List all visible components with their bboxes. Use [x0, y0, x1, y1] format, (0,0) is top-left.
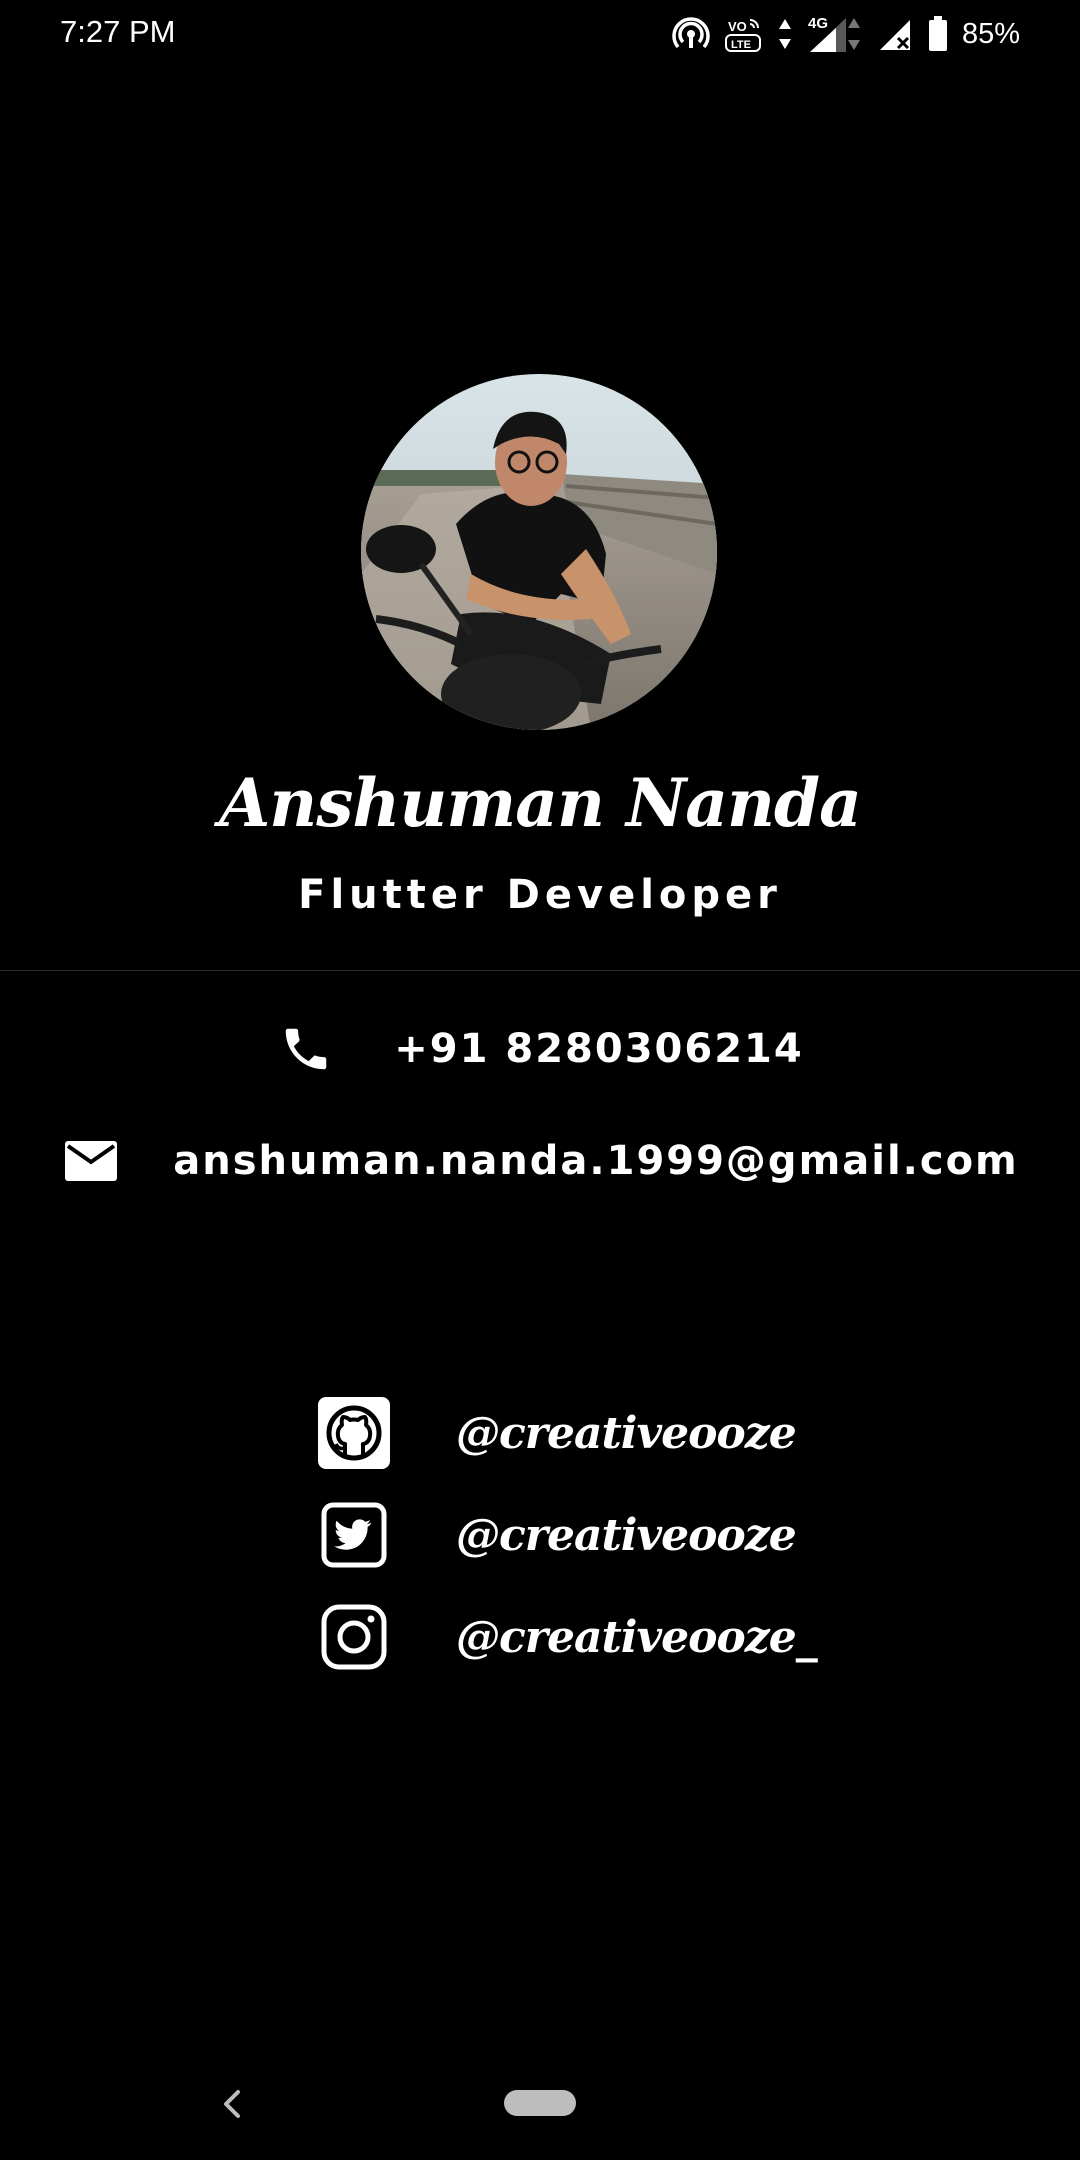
svg-text:LTE: LTE: [731, 39, 751, 51]
status-bar: 7:27 PM VO LTE 4G 85%: [0, 0, 1080, 70]
profile-photo: [361, 374, 717, 730]
instagram-icon: [316, 1599, 392, 1675]
email-address: anshuman.nanda.1999@gmail.com: [173, 1138, 1019, 1184]
twitter-icon: [316, 1497, 392, 1573]
mail-icon: [61, 1131, 121, 1191]
github-icon: [316, 1395, 392, 1471]
github-handle: @creativeooze: [456, 1407, 797, 1459]
home-pill[interactable]: [504, 2090, 576, 2116]
data-activity-icon: [778, 17, 792, 51]
phone-row[interactable]: +91 8280306214: [0, 1014, 1080, 1084]
profile-avatar: [361, 374, 717, 730]
email-row[interactable]: anshuman.nanda.1999@gmail.com: [0, 1126, 1080, 1196]
profile-title: Flutter Developer: [298, 872, 782, 918]
phone-number: +91 8280306214: [394, 1026, 804, 1072]
twitter-handle: @creativeooze: [456, 1509, 797, 1561]
back-icon[interactable]: [218, 2086, 248, 2122]
profile-name: Anshuman Nanda: [219, 764, 862, 842]
battery-percent: 85%: [961, 17, 1020, 50]
status-time: 7:27 PM: [60, 14, 176, 49]
volte-icon: VO LTE: [724, 14, 764, 54]
status-icons: VO LTE 4G 85%: [672, 14, 1020, 54]
instagram-handle: @creativeooze_: [456, 1611, 818, 1663]
divider: [0, 970, 1080, 971]
phone-icon: [276, 1019, 336, 1079]
social-row-instagram[interactable]: @creativeooze_: [316, 1598, 818, 1676]
hotspot-icon: [672, 15, 710, 53]
signal-4g-icon: 4G: [806, 14, 864, 54]
svg-text:VO: VO: [728, 19, 747, 34]
network-type-label: 4G: [808, 15, 828, 32]
social-row-github[interactable]: @creativeooze: [316, 1394, 797, 1472]
social-row-twitter[interactable]: @creativeooze: [316, 1496, 797, 1574]
signal-sim2-icon: [878, 16, 914, 52]
battery-icon: [928, 16, 948, 52]
